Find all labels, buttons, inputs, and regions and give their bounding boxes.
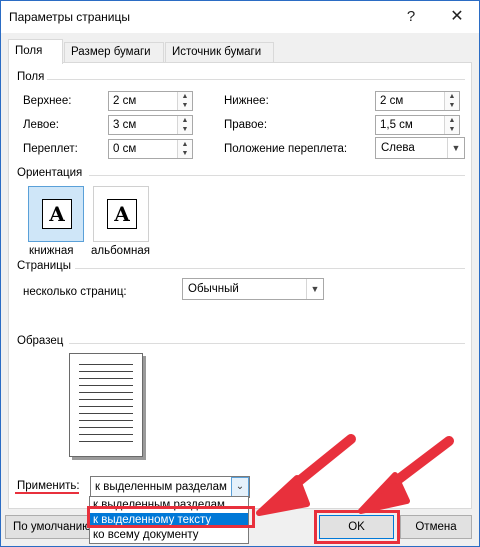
apply-to-value: к выделенным разделам [95, 481, 227, 493]
right-margin-value: 1,5 см [380, 119, 413, 131]
apply-label-red-underline [15, 492, 79, 494]
pages-group-title: Страницы [17, 260, 71, 272]
orientation-group-title: Ориентация [17, 167, 83, 179]
set-as-default-button[interactable]: По умолчанию [5, 515, 97, 539]
chevron-down-icon[interactable]: ▼ [447, 138, 464, 158]
spin-down-icon[interactable]: ▼ [178, 149, 192, 158]
bottom-margin-arrows: ▲ ▼ [444, 92, 459, 110]
orientation-divider [89, 175, 465, 176]
preview-text-line [79, 420, 133, 421]
margins-group-title: Поля [17, 71, 45, 83]
right-margin-label: Правое: [224, 119, 268, 131]
margins-divider [47, 79, 465, 80]
preview-divider [69, 343, 465, 344]
right-margin-spinner[interactable]: 1,5 см ▲ ▼ [375, 115, 460, 135]
top-margin-value: 2 см [113, 95, 137, 107]
spin-down-icon[interactable]: ▼ [445, 101, 459, 110]
landscape-page-icon: A [107, 199, 137, 229]
preview-text-line [79, 385, 133, 386]
portrait-button[interactable]: A [28, 186, 84, 242]
left-margin-arrows: ▲ ▼ [177, 116, 192, 134]
gutter-label: Переплет: [23, 143, 78, 155]
gutter-position-select[interactable]: Слева ▼ [375, 137, 465, 159]
gutter-spinner[interactable]: 0 см ▲ ▼ [108, 139, 193, 159]
window-title: Параметры страницы [9, 10, 130, 24]
spin-up-icon[interactable]: ▲ [178, 116, 192, 125]
apply-to-select[interactable]: к выделенным разделам ⌄ [90, 476, 250, 498]
left-margin-label: Левое: [23, 119, 59, 131]
multiple-pages-label: несколько страниц: [23, 286, 127, 298]
spin-up-icon[interactable]: ▲ [178, 92, 192, 101]
tab-panel: Поля Верхнее: 2 см ▲ ▼ Нижнее: 2 см ▲ ▼ … [8, 62, 472, 509]
preview-text-line [79, 364, 133, 365]
preview-text-line [79, 441, 133, 442]
apply-option-whole-document[interactable]: ко всему документу [90, 528, 248, 543]
spin-up-icon[interactable]: ▲ [445, 116, 459, 125]
spin-down-icon[interactable]: ▼ [178, 125, 192, 134]
preview-text-line [79, 434, 133, 435]
tab-paper-source[interactable]: Источник бумаги [165, 42, 274, 63]
cancel-button[interactable]: Отмена [400, 515, 472, 539]
tab-paper-size[interactable]: Размер бумаги [64, 42, 164, 63]
multiple-pages-select[interactable]: Обычный ▼ [182, 278, 324, 300]
bottom-margin-value: 2 см [380, 95, 404, 107]
gutter-position-value: Слева [381, 142, 415, 154]
left-margin-value: 3 см [113, 119, 137, 131]
portrait-page-icon: A [42, 199, 72, 229]
chevron-down-icon[interactable]: ▼ [306, 279, 323, 299]
spin-up-icon[interactable]: ▲ [178, 140, 192, 149]
title-bar: Параметры страницы ? ✕ [1, 1, 479, 33]
close-button[interactable]: ✕ [435, 1, 479, 32]
preview-text-line [79, 427, 133, 428]
preview-text-line [79, 399, 133, 400]
preview-text-line [79, 378, 133, 379]
landscape-label: альбомная [91, 245, 150, 257]
gutter-value: 0 см [113, 143, 137, 155]
preview-text-line [79, 413, 133, 414]
highlight-box-option [87, 506, 255, 528]
bottom-margin-label: Нижнее: [224, 95, 269, 107]
right-margin-arrows: ▲ ▼ [444, 116, 459, 134]
gutter-position-label: Положение переплета: [224, 143, 348, 155]
pages-divider [75, 268, 465, 269]
top-margin-spinner[interactable]: 2 см ▲ ▼ [108, 91, 193, 111]
page-preview [69, 353, 143, 457]
page-setup-dialog: Параметры страницы ? ✕ Поля Размер бумаг… [0, 0, 480, 547]
preview-text-line [79, 371, 133, 372]
top-margin-label: Верхнее: [23, 95, 72, 107]
spin-down-icon[interactable]: ▼ [445, 125, 459, 134]
tab-margins[interactable]: Поля [8, 39, 63, 64]
multiple-pages-value: Обычный [188, 283, 239, 295]
spin-up-icon[interactable]: ▲ [445, 92, 459, 101]
top-margin-arrows: ▲ ▼ [177, 92, 192, 110]
chevron-down-icon[interactable]: ⌄ [231, 477, 249, 497]
spin-down-icon[interactable]: ▼ [178, 101, 192, 110]
highlight-box-ok [314, 510, 400, 544]
help-button[interactable]: ? [389, 1, 433, 32]
portrait-label: книжная [29, 245, 74, 257]
apply-to-label: Применить: [17, 480, 80, 492]
bottom-margin-spinner[interactable]: 2 см ▲ ▼ [375, 91, 460, 111]
preview-text-line [79, 392, 133, 393]
landscape-button[interactable]: A [93, 186, 149, 242]
left-margin-spinner[interactable]: 3 см ▲ ▼ [108, 115, 193, 135]
preview-group-title: Образец [17, 335, 64, 347]
preview-text-line [79, 406, 133, 407]
gutter-arrows: ▲ ▼ [177, 140, 192, 158]
